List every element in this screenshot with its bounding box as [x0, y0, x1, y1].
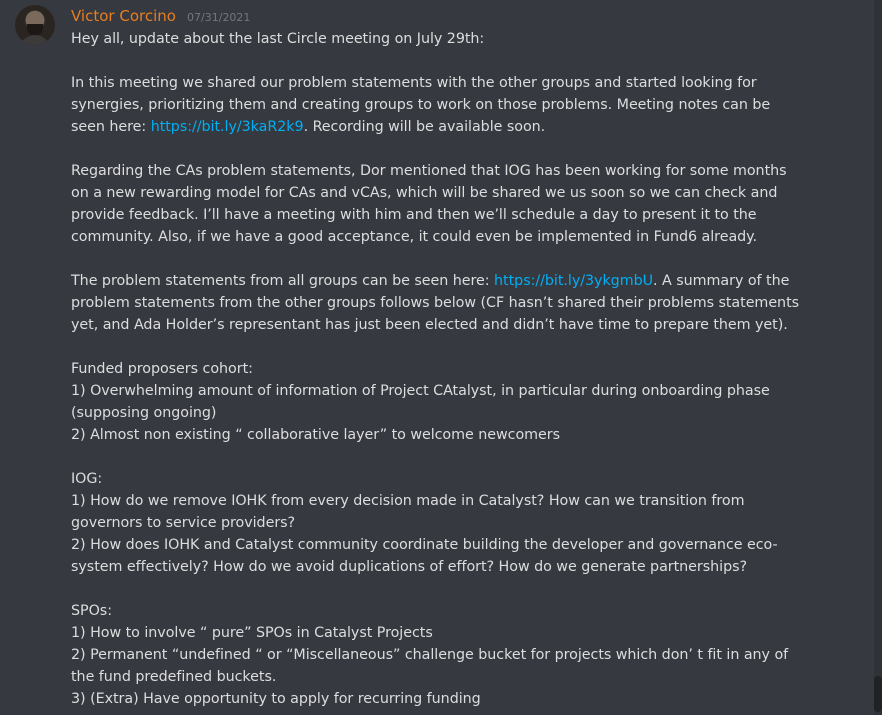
- avatar-shoulders-shape: [19, 35, 51, 45]
- message-content: Hey all, update about the last Circle me…: [71, 28, 806, 710]
- scrollbar-thumb[interactable]: [874, 676, 882, 712]
- meeting-notes-link[interactable]: https://bit.ly/3kaR2k9: [151, 119, 304, 135]
- spo-item: 1) How to involve “ pure” SPOs in Cataly…: [71, 625, 433, 641]
- funded-item: 1) Overwhelming amount of information of…: [71, 383, 770, 421]
- message-header: Victor Corcino 07/31/2021: [71, 6, 250, 26]
- iog-item: 1) How do we remove IOHK from every deci…: [71, 493, 745, 531]
- greeting-line: Hey all, update about the last Circle me…: [71, 31, 485, 47]
- spo-item: 3) (Extra) Have opportunity to apply for…: [71, 691, 481, 707]
- funded-item: 2) Almost non existing “ collaborative l…: [71, 427, 561, 443]
- author-name[interactable]: Victor Corcino: [71, 7, 176, 25]
- paragraph-problem-statements: The problem statements from all groups c…: [71, 270, 806, 336]
- paragraph-cas: Regarding the CAs problem statements, Do…: [71, 163, 787, 245]
- paragraph-meeting-tail: . Recording will be available soon.: [303, 119, 546, 135]
- paragraph-problem-text: The problem statements from all groups c…: [71, 273, 495, 289]
- problem-statements-link[interactable]: https://bit.ly/3ykgmbU: [494, 273, 653, 289]
- paragraph-meeting: In this meeting we shared our problem st…: [71, 72, 806, 138]
- scrollbar-track[interactable]: [874, 0, 882, 715]
- message-timestamp: 07/31/2021: [187, 11, 251, 24]
- iog-item: 2) How does IOHK and Catalyst community …: [71, 537, 778, 575]
- chat-message: Victor Corcino 07/31/2021 Hey all, updat…: [0, 0, 870, 715]
- user-avatar[interactable]: [15, 5, 55, 45]
- spo-item: 2) Permanent “undefined “ or “Miscellane…: [71, 647, 789, 685]
- spo-heading: SPOs:: [71, 603, 112, 619]
- funded-heading: Funded proposers cohort:: [71, 361, 253, 377]
- iog-heading: IOG:: [71, 471, 103, 487]
